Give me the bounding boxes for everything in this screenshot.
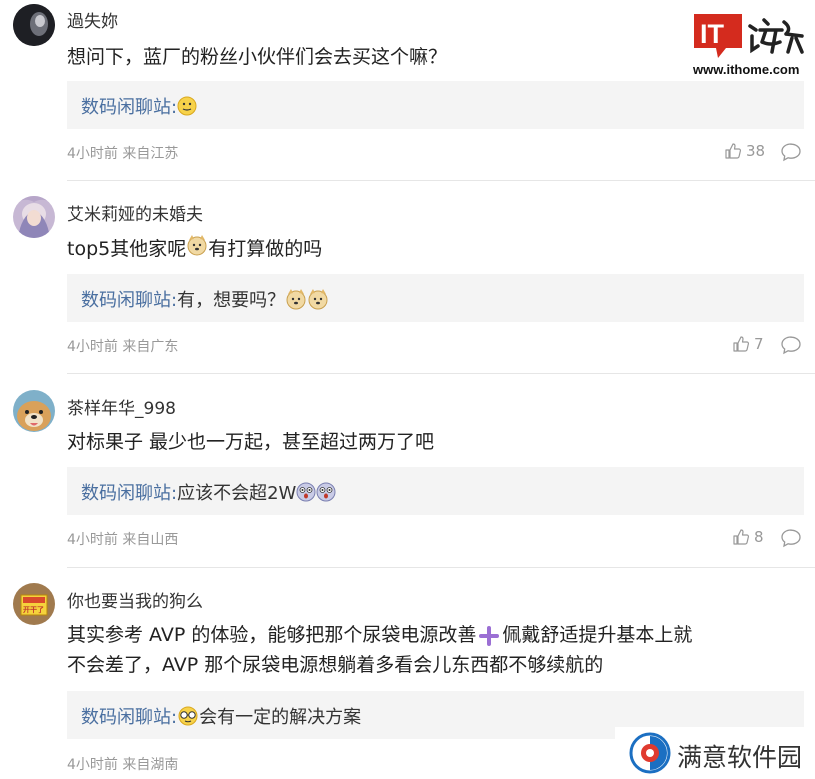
avatar[interactable] [13, 390, 55, 432]
comment-meta: 4小时前 来自山西 [67, 532, 179, 548]
svg-text:IT: IT [700, 19, 725, 49]
comment-meta: 4小时前 来自江苏 [67, 146, 179, 162]
comment-text: 对标果子 最少也一万起，甚至超过两万了吧 [67, 431, 435, 453]
doge-emoji [285, 288, 307, 315]
divider [67, 373, 815, 374]
comment-bubble-icon[interactable] [780, 335, 802, 355]
manyi-watermark: 满意软件园 [615, 727, 815, 779]
like-button[interactable]: 7 [732, 335, 764, 353]
shocked-emoji [316, 482, 336, 507]
like-button[interactable]: 38 [724, 142, 765, 160]
avatar[interactable] [13, 196, 55, 238]
thumbs-up-icon [733, 336, 750, 352]
reply-text: 有，想要吗？ [177, 290, 286, 311]
avatar-sign-text: 开干了 [23, 606, 44, 614]
reply-text: 会有一定的解决方案 [199, 707, 362, 728]
ithome-url: www.ithome.com [693, 62, 800, 77]
comment-bubble-icon[interactable] [780, 528, 802, 548]
avatar[interactable]: 开干了 [13, 583, 55, 625]
smile-emoji [177, 96, 197, 121]
divider [67, 180, 815, 181]
like-button[interactable]: 8 [732, 528, 764, 546]
reply-username[interactable]: 数码闲聊站: [81, 97, 177, 118]
comment-text-line2: 不会差了，AVP 那个尿袋电源想躺着多看会儿东西都不够续航的 [67, 654, 604, 676]
ithome-logo: IT [692, 12, 807, 62]
reply-username[interactable]: 数码闲聊站: [81, 707, 177, 728]
plus-emoji [479, 625, 500, 646]
username[interactable]: 你也要当我的狗么 [67, 587, 203, 612]
manyi-text: 满意软件园 [677, 743, 803, 772]
divider [67, 567, 815, 568]
username[interactable]: 艾米莉娅的未婚夫 [67, 200, 203, 225]
manyi-logo-icon [629, 732, 671, 774]
comment-meta: 4小时前 来自广东 [67, 339, 179, 355]
comment-text: 想问下，蓝厂的粉丝小伙伴们会去买这个嘛？ [67, 46, 448, 68]
like-count: 7 [754, 335, 764, 353]
like-count: 38 [746, 142, 766, 160]
reply-box: 数码闲聊站:应该不会超2W [67, 467, 804, 515]
reply-username[interactable]: 数码闲聊站: [81, 483, 177, 504]
doge-emoji [186, 234, 208, 265]
glasses-emoji [177, 706, 199, 731]
avatar[interactable] [13, 4, 55, 46]
like-count: 8 [754, 528, 764, 546]
comment-text: 其实参考 AVP 的体验，能够把那个尿袋电源改善 佩戴舒适提升基本上就 [67, 624, 693, 646]
doge-emoji [307, 288, 329, 315]
reply-text: 应该不会超2W [177, 483, 297, 504]
username[interactable]: 茶样年华_998 [67, 394, 176, 419]
comment-text: top5其他家呢 有打算做的吗 [67, 234, 322, 265]
comment-bubble-icon[interactable] [780, 142, 802, 162]
username[interactable]: 過失妳 [67, 7, 118, 32]
reply-box: 数码闲聊站: [67, 81, 804, 129]
comment-meta: 4小时前 来自湖南 [67, 757, 179, 773]
reply-username[interactable]: 数码闲聊站: [81, 290, 177, 311]
thumbs-up-icon [733, 529, 750, 545]
reply-box: 数码闲聊站:有，想要吗？ [67, 274, 804, 322]
thumbs-up-icon [725, 143, 742, 159]
shocked-emoji [296, 482, 316, 507]
